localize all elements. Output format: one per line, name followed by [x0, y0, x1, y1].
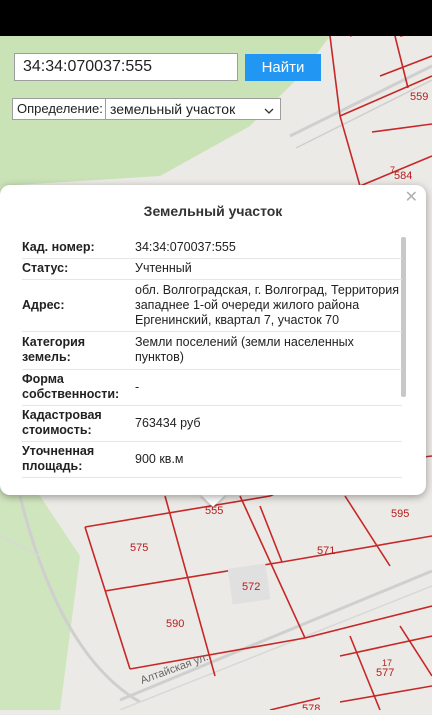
parcel-info-table: Кад. номер: 34:34:070037:555 Статус: Учт…	[22, 237, 402, 478]
parcel-small-label: 17	[382, 658, 392, 668]
parcel-label: 584	[394, 170, 412, 182]
table-row: Кадастровая стоимость: 763434 руб	[22, 405, 402, 442]
definition-label: Определение:	[12, 98, 106, 120]
green-area	[0, 476, 80, 710]
row-value: обл. Волгоградская, г. Волгоград, Террит…	[134, 279, 402, 332]
row-label: Категория земель:	[22, 331, 134, 370]
row-value: -	[134, 369, 402, 406]
table-row: Уточненная площадь: 900 кв.м	[22, 441, 402, 478]
row-label: Уточненная площадь:	[22, 441, 134, 478]
popup-pointer	[200, 494, 226, 507]
table-row: Адрес: обл. Волгоградская, г. Волгоград,…	[22, 279, 402, 332]
parcel-label: 577	[376, 667, 394, 679]
parcel-label: 595	[391, 508, 409, 520]
table-row: Статус: Учтенный	[22, 258, 402, 280]
parcel-label: 578	[302, 703, 320, 710]
row-value: 900 кв.м	[134, 441, 402, 478]
chevron-down-icon	[263, 102, 275, 122]
parcel-label: 590	[166, 618, 184, 630]
table-row: Категория земель: Земли поселений (земли…	[22, 331, 402, 370]
definition-selected-value: земельный участок	[110, 101, 236, 117]
definition-select[interactable]: земельный участок	[105, 98, 281, 120]
street-label: Алтайская ул.	[139, 651, 210, 687]
parcel-label: 575	[130, 542, 148, 554]
row-label: Статус:	[22, 258, 134, 280]
row-value: 34:34:070037:555	[134, 237, 402, 259]
parcel-label: 571	[317, 545, 335, 557]
row-value: 763434 руб	[134, 405, 402, 442]
status-bar	[0, 0, 432, 36]
table-row: Кад. номер: 34:34:070037:555	[22, 237, 402, 259]
road	[119, 585, 432, 711]
row-value: Учтенный	[134, 258, 402, 280]
row-label: Кад. номер:	[22, 237, 134, 259]
parcel-label: 572	[242, 581, 260, 593]
popup-title: Земельный участок	[143, 203, 283, 219]
row-label: Кадастровая стоимость:	[22, 405, 134, 442]
road	[119, 569, 432, 702]
parcel-small-label: 7	[390, 165, 395, 175]
row-value: Земли поселений (земли населенных пункто…	[134, 331, 402, 370]
row-label: Форма собственности:	[22, 369, 134, 406]
table-row: Форма собственности: -	[22, 369, 402, 406]
row-label: Адрес:	[22, 279, 134, 332]
info-popup: ✕ Земельный участок Кад. номер: 34:34:07…	[0, 185, 426, 495]
search-input[interactable]	[14, 53, 238, 81]
search-button[interactable]: Найти	[245, 54, 321, 81]
